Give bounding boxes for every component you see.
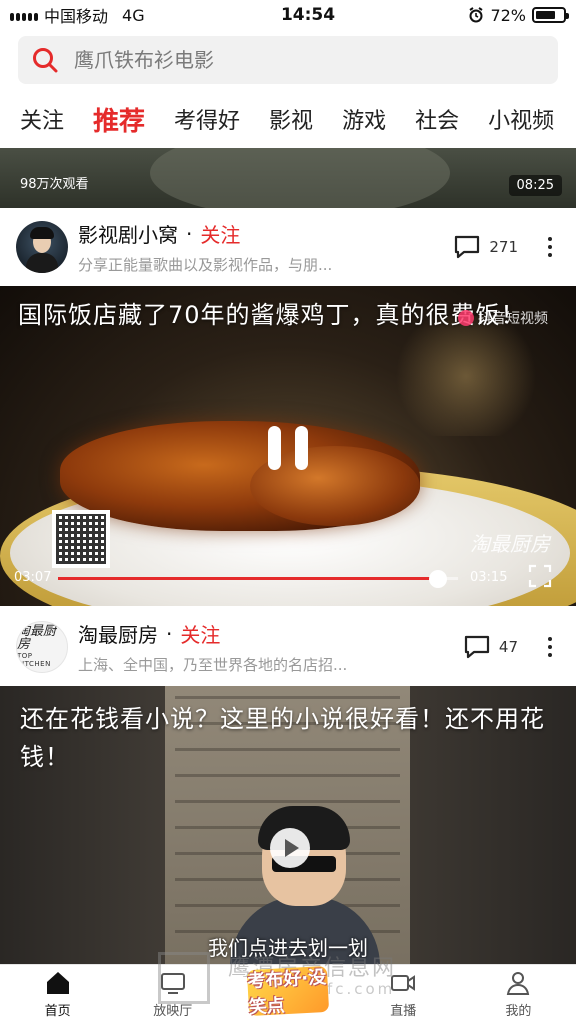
video-controls: 03:07 03:15	[0, 566, 576, 590]
author-info: 淘最厨房 · 关注 上海、全中国，乃至世界各地的名店招...	[78, 619, 453, 675]
tab-3[interactable]: 影视	[269, 103, 313, 135]
separator-dot: ·	[166, 621, 173, 646]
search-icon	[33, 48, 58, 73]
follow-button[interactable]: 关注	[200, 219, 240, 248]
fullscreen-icon[interactable]	[528, 564, 552, 588]
comment-icon	[455, 235, 480, 259]
author-name[interactable]: 淘最厨房	[78, 619, 158, 648]
post-author-row: 淘最厨房 TOP KITCHEN 淘最厨房 · 关注 上海、全中国，乃至世界各地…	[0, 608, 576, 686]
more-options-icon[interactable]	[540, 234, 560, 260]
search-input[interactable]	[74, 48, 544, 72]
battery-fill	[536, 11, 555, 19]
author-name[interactable]: 影视剧小窝	[78, 219, 178, 248]
alarm-icon	[469, 7, 483, 23]
home-icon	[46, 972, 69, 994]
tab-2[interactable]: 考得好	[174, 103, 240, 135]
play-icon[interactable]	[270, 828, 310, 868]
pause-button[interactable]	[268, 426, 308, 470]
nav-label: 首页	[44, 1004, 71, 1019]
author-description: 上海、全中国，乃至世界各地的名店招...	[78, 656, 348, 674]
status-time: 14:54	[280, 5, 336, 25]
current-time: 03:07	[14, 570, 52, 585]
network-label: 4G	[122, 5, 145, 25]
tab-5[interactable]: 社会	[415, 103, 459, 135]
more-options-icon[interactable]	[540, 634, 560, 660]
center-logo[interactable]: 考布好·没笑点	[246, 965, 330, 1018]
author-description: 分享正能量歌曲以及影视作品，与朋...	[78, 256, 333, 274]
comment-icon	[464, 635, 490, 659]
comment-count: 47	[498, 638, 518, 656]
nav-screening[interactable]: 放映厅	[115, 965, 230, 1024]
tab-0[interactable]: 关注	[20, 103, 64, 135]
progress-knob[interactable]	[429, 570, 447, 588]
avatar[interactable]: 淘最厨房 TOP KITCHEN	[16, 621, 68, 673]
tab-1[interactable]: 推荐	[93, 101, 145, 138]
thumbnail-shape	[150, 148, 450, 208]
separator-dot: ·	[186, 221, 193, 246]
channel-watermark: 淘最厨房	[470, 532, 550, 556]
nav-live[interactable]: 直播	[346, 965, 461, 1024]
status-right: 72%	[426, 5, 569, 25]
total-time: 03:15	[470, 570, 508, 585]
progress-fill	[58, 577, 438, 580]
channel-tabs: 关注 推荐 考得好 影视 游戏 社会 小视频	[0, 96, 576, 142]
post-author-row: 影视剧小窝 · 关注 分享正能量歌曲以及影视作品，与朋... 271	[0, 208, 576, 286]
background-light	[386, 316, 546, 436]
nav-label: 放映厅	[153, 1004, 193, 1019]
status-bar: 中国移动 4G 14:54 72%	[0, 0, 576, 30]
status-left: 中国移动 4G	[10, 3, 210, 27]
nav-label: 我的	[505, 1004, 532, 1019]
avatar-logo-subtext: TOP KITCHEN	[17, 652, 51, 668]
tab-6[interactable]: 小视频	[488, 103, 554, 135]
avatar-logo-text: 淘最厨房	[17, 624, 57, 653]
battery-icon	[532, 7, 569, 23]
follow-button[interactable]: 关注	[180, 619, 220, 648]
profile-icon	[507, 972, 530, 995]
nav-label: 直播	[390, 1004, 417, 1019]
video-subtitle: 我们点进去划一划	[208, 936, 368, 960]
live-icon	[391, 975, 416, 991]
battery-percent: 72%	[490, 5, 526, 25]
comment-button[interactable]: 47	[463, 634, 518, 660]
comment-button[interactable]: 271	[453, 234, 518, 260]
carrier-label: 中国移动	[44, 7, 109, 26]
video-duration: 08:25	[508, 175, 562, 196]
author-info: 影视剧小窝 · 关注 分享正能量歌曲以及影视作品，与朋...	[78, 219, 443, 275]
video-title: 还在花钱看小说？这里的小说很好看！还不用花钱！	[20, 705, 545, 771]
previous-video-thumbnail[interactable]: 98万次观看 08:25	[0, 148, 576, 208]
search-bar[interactable]	[18, 36, 558, 84]
view-count: 98万次观看	[20, 177, 89, 192]
avatar[interactable]	[16, 221, 68, 273]
screen-icon	[160, 973, 185, 994]
nav-profile[interactable]: 我的	[461, 965, 576, 1024]
qr-code	[52, 510, 110, 568]
comment-count: 271	[489, 238, 518, 256]
tab-4[interactable]: 游戏	[342, 103, 386, 135]
platform-watermark: 抖音短视频	[458, 308, 548, 328]
progress-bar[interactable]	[58, 570, 458, 588]
nav-home[interactable]: 首页	[0, 965, 115, 1024]
signal-icon	[10, 9, 38, 21]
